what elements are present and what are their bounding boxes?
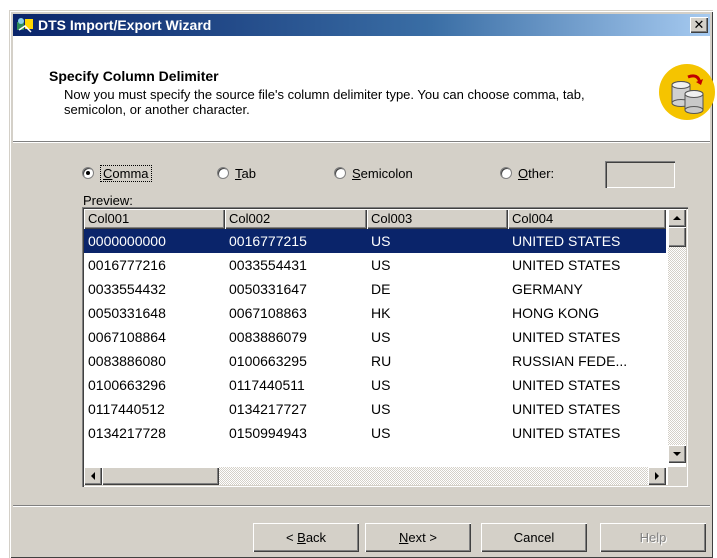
- table-cell: RUSSIAN FEDE...: [512, 353, 628, 369]
- table-cell: DE: [371, 281, 391, 297]
- table-cell: 0083886079: [229, 329, 307, 345]
- table-cell: US: [371, 329, 391, 345]
- scroll-down-button[interactable]: [668, 445, 686, 463]
- delimiter-options: Comma Tab Semicolon Other:: [82, 161, 702, 188]
- page-title: Specify Column Delimiter: [49, 68, 219, 84]
- back-button[interactable]: < Back: [253, 523, 359, 552]
- radio-tab-indicator[interactable]: [217, 167, 229, 179]
- table-cell: US: [371, 401, 391, 417]
- other-delimiter-input[interactable]: [605, 161, 675, 188]
- radio-semicolon[interactable]: Semicolon: [334, 161, 413, 185]
- table-cell: UNITED STATES: [512, 425, 621, 441]
- table-row[interactable]: 0117440512 0134217727 US UNITED STATES: [84, 397, 666, 421]
- radio-tab[interactable]: Tab: [217, 161, 256, 185]
- table-cell: 0134217727: [229, 401, 307, 417]
- title-bar[interactable]: DTS Import/Export Wizard ✕: [13, 14, 710, 36]
- table-cell: UNITED STATES: [512, 257, 621, 273]
- radio-comma-indicator[interactable]: [82, 167, 94, 179]
- radio-semicolon-indicator[interactable]: [334, 167, 346, 179]
- dts-app-icon: [16, 16, 34, 34]
- table-cell: US: [371, 377, 391, 393]
- next-button-label: Next >: [399, 530, 437, 545]
- close-button[interactable]: ✕: [690, 17, 708, 33]
- arrow-up-icon: [673, 216, 681, 220]
- vertical-scroll-thumb[interactable]: [668, 227, 686, 247]
- table-cell: 0100663295: [229, 353, 307, 369]
- window-title: DTS Import/Export Wizard: [38, 17, 212, 33]
- preview-grid[interactable]: Col001 Col002 Col003 Col004 0000000000 00…: [82, 207, 688, 487]
- preview-label: Preview:: [83, 193, 133, 208]
- table-cell: HONG KONG: [512, 305, 600, 321]
- scroll-up-button[interactable]: [668, 209, 686, 227]
- table-row[interactable]: 0016777216 0033554431 US UNITED STATES: [84, 253, 666, 277]
- table-cell: 0150994943: [229, 425, 307, 441]
- table-cell: 0134217728: [88, 425, 166, 441]
- table-cell: US: [371, 425, 391, 441]
- arrow-right-icon: [655, 472, 659, 480]
- help-button[interactable]: Help: [600, 523, 706, 552]
- table-cell: 0067108864: [88, 329, 166, 345]
- next-button[interactable]: Next >: [365, 523, 471, 552]
- scroll-right-button[interactable]: [648, 467, 666, 485]
- cancel-button[interactable]: Cancel: [481, 523, 587, 552]
- vertical-scrollbar[interactable]: [668, 209, 686, 463]
- table-row[interactable]: 0134217728 0150994943 US UNITED STATES: [84, 421, 666, 445]
- table-cell: 0083886080: [88, 353, 166, 369]
- column-header[interactable]: Col003: [367, 209, 508, 229]
- radio-tab-label[interactable]: Tab: [235, 166, 256, 181]
- table-cell: 0050331648: [88, 305, 166, 321]
- table-cell: 0050331647: [229, 281, 307, 297]
- table-cell: 0117440512: [88, 401, 165, 417]
- table-cell: 0100663296: [88, 377, 166, 393]
- wizard-window: DTS Import/Export Wizard ✕ Specify Colum…: [9, 10, 715, 558]
- table-row[interactable]: 0050331648 0067108863 HK HONG KONG: [84, 301, 666, 325]
- table-cell: RU: [371, 353, 392, 369]
- arrow-left-icon: [91, 472, 95, 480]
- scroll-corner: [668, 467, 686, 485]
- database-cylinders-icon: [658, 63, 716, 121]
- grid-header-row: Col001 Col002 Col003 Col004: [84, 209, 666, 229]
- radio-comma-label[interactable]: Comma: [100, 164, 152, 182]
- table-cell: 0067108863: [229, 305, 307, 321]
- table-cell: UNITED STATES: [512, 401, 621, 417]
- table-cell: GERMANY: [512, 281, 583, 297]
- table-cell: UNITED STATES: [512, 233, 621, 249]
- wizard-header: Specify Column Delimiter Now you must sp…: [13, 36, 715, 143]
- table-cell: US: [371, 257, 391, 273]
- radio-comma[interactable]: Comma: [82, 161, 152, 185]
- table-row[interactable]: 0000000000 0016777215 US UNITED STATES: [84, 229, 666, 253]
- table-cell: HK: [371, 305, 391, 321]
- table-cell: 0117440511: [229, 377, 305, 393]
- column-header[interactable]: Col001: [84, 209, 225, 229]
- horizontal-scrollbar[interactable]: [84, 467, 666, 485]
- table-cell: 0033554431: [229, 257, 307, 273]
- close-icon: ✕: [693, 17, 705, 33]
- back-button-label: < Back: [285, 530, 327, 545]
- radio-other-label[interactable]: Other:: [518, 166, 554, 181]
- table-cell: 0000000000: [88, 233, 166, 249]
- column-header[interactable]: Col004: [508, 209, 666, 229]
- help-button-label: Help: [639, 530, 667, 545]
- table-cell: 0016777215: [229, 233, 307, 249]
- footer-separator: [13, 505, 710, 507]
- table-cell: 0033554432: [88, 281, 166, 297]
- table-cell: UNITED STATES: [512, 377, 621, 393]
- table-cell: UNITED STATES: [512, 329, 621, 345]
- table-row[interactable]: 0067108864 0083886079 US UNITED STATES: [84, 325, 666, 349]
- radio-semicolon-label[interactable]: Semicolon: [352, 166, 413, 181]
- cancel-button-label: Cancel: [513, 530, 555, 545]
- radio-other-indicator[interactable]: [500, 167, 512, 179]
- page-description: Now you must specify the source file's c…: [64, 87, 585, 117]
- scroll-left-button[interactable]: [84, 467, 102, 485]
- radio-other[interactable]: Other:: [500, 161, 554, 185]
- preview-grid-body: Col001 Col002 Col003 Col004 0000000000 00…: [84, 209, 666, 463]
- table-row[interactable]: 0100663296 0117440511 US UNITED STATES: [84, 373, 666, 397]
- table-cell: US: [371, 233, 391, 249]
- table-row[interactable]: 0083886080 0100663295 RU RUSSIAN FEDE...: [84, 349, 666, 373]
- table-row[interactable]: 0033554432 0050331647 DE GERMANY: [84, 277, 666, 301]
- column-header[interactable]: Col002: [225, 209, 367, 229]
- table-cell: 0016777216: [88, 257, 166, 273]
- arrow-down-icon: [673, 452, 681, 456]
- horizontal-scroll-thumb[interactable]: [102, 467, 219, 485]
